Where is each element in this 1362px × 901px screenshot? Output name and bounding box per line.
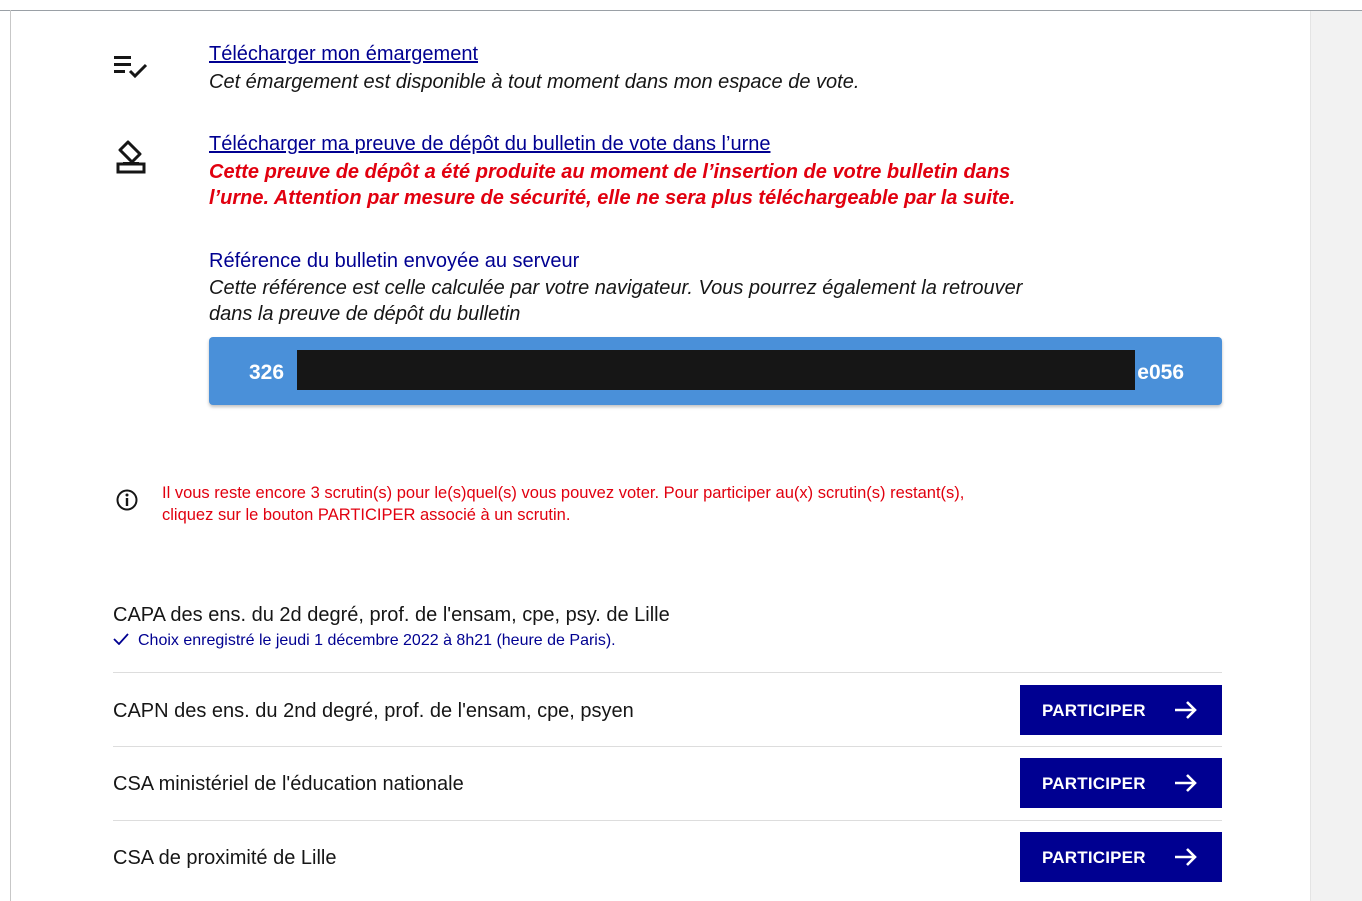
participate-button-label: PARTICIPER bbox=[1042, 701, 1146, 720]
election-capa-title: CAPA des ens. du 2d degré, prof. de l'en… bbox=[113, 604, 670, 626]
list-check-icon bbox=[114, 56, 148, 79]
arrow-right-icon bbox=[1175, 774, 1197, 792]
info-line-1: Il vous reste encore 3 scrutin(s) pour l… bbox=[162, 484, 965, 502]
participate-csa-ministeriel-button[interactable]: PARTICIPER bbox=[1020, 758, 1222, 808]
participate-button-label: PARTICIPER bbox=[1042, 848, 1146, 867]
window-top-border bbox=[0, 10, 1362, 11]
election-capa-status: Choix enregistré le jeudi 1 décembre 202… bbox=[113, 632, 616, 650]
reference-title: Référence du bulletin envoyée au serveur bbox=[209, 250, 580, 272]
list-divider bbox=[113, 672, 1222, 673]
emargement-description: Cet émargement est disponible à tout mom… bbox=[209, 71, 860, 93]
proof-warning-line-2: l’urne. Attention par mesure de sécurité… bbox=[209, 187, 1016, 209]
arrow-right-icon bbox=[1175, 701, 1197, 719]
ballot-reference-box: 326 e056 bbox=[209, 337, 1222, 405]
election-capa-status-text: Choix enregistré le jeudi 1 décembre 202… bbox=[138, 632, 616, 649]
content-left-border bbox=[10, 10, 11, 901]
ballot-box-icon bbox=[116, 140, 146, 174]
right-margin-panel bbox=[1310, 11, 1362, 901]
list-divider bbox=[113, 746, 1222, 747]
reference-description-line-2: dans la preuve de dépôt du bulletin bbox=[209, 303, 521, 325]
check-icon bbox=[113, 633, 129, 645]
list-divider bbox=[113, 820, 1222, 821]
election-csa-ministeriel-title: CSA ministériel de l'éducation nationale bbox=[113, 773, 464, 795]
arrow-right-icon bbox=[1175, 848, 1197, 866]
remaining-elections-info: Il vous reste encore 3 scrutin(s) pour l… bbox=[162, 482, 964, 526]
ballot-reference-end: e056 bbox=[1137, 361, 1184, 384]
info-line-2: cliquez sur le bouton PARTICIPER associé… bbox=[162, 506, 571, 524]
participate-csa-lille-button[interactable]: PARTICIPER bbox=[1020, 832, 1222, 882]
redaction-bar bbox=[297, 350, 1135, 390]
election-csa-lille-title: CSA de proximité de Lille bbox=[113, 847, 337, 869]
participate-button-label: PARTICIPER bbox=[1042, 774, 1146, 793]
ballot-reference-start: 326 bbox=[249, 361, 285, 384]
participate-capn-button[interactable]: PARTICIPER bbox=[1020, 685, 1222, 735]
info-icon bbox=[116, 489, 138, 511]
proof-warning-line-1: Cette preuve de dépôt a été produite au … bbox=[209, 161, 1011, 183]
reference-description-line-1: Cette référence est celle calculée par v… bbox=[209, 277, 1023, 299]
election-capn-title: CAPN des ens. du 2nd degré, prof. de l'e… bbox=[113, 700, 634, 722]
download-proof-link[interactable]: Télécharger ma preuve de dépôt du bullet… bbox=[209, 133, 770, 156]
download-emargement-link[interactable]: Télécharger mon émargement bbox=[209, 43, 478, 66]
